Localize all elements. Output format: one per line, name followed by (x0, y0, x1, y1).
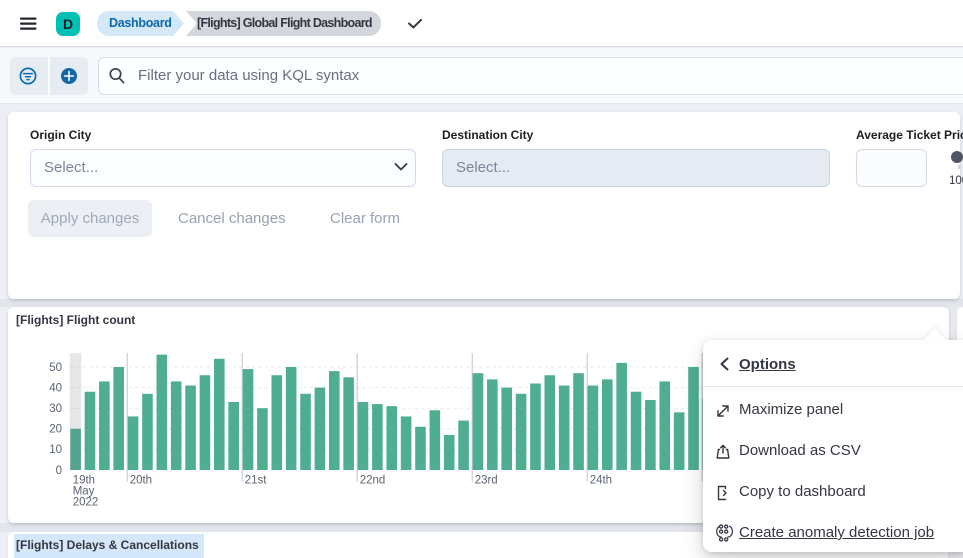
svg-text:2022: 2022 (73, 497, 99, 509)
svg-text:22nd: 22nd (360, 475, 386, 487)
svg-text:50: 50 (49, 362, 62, 374)
svg-text:21st: 21st (245, 475, 268, 487)
svg-text:20: 20 (49, 424, 62, 436)
svg-text:40: 40 (49, 382, 62, 394)
svg-text:10: 10 (49, 444, 62, 456)
svg-text:0: 0 (56, 465, 62, 477)
svg-text:24th: 24th (590, 475, 612, 487)
svg-text:30: 30 (49, 403, 62, 415)
svg-text:23rd: 23rd (475, 475, 498, 487)
svg-text:20th: 20th (130, 475, 152, 487)
